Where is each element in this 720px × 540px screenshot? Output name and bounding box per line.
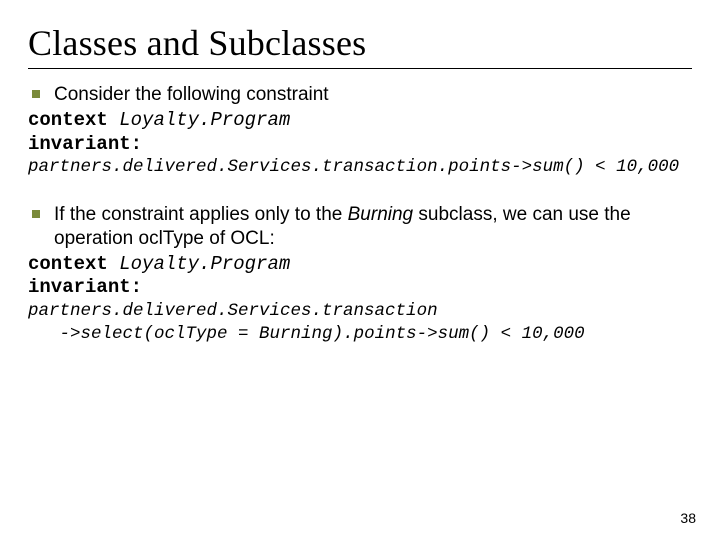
ctx-name-2: Loyalty.Program (119, 253, 290, 275)
code-context-2: context Loyalty.Program (28, 253, 692, 277)
l2c: = Burning).points->sum() < 10,000 (228, 324, 585, 344)
bullet-row-1: Consider the following constraint (32, 83, 692, 107)
page-number: 38 (680, 510, 696, 526)
bullet-row-2: If the constraint applies only to the Bu… (32, 203, 692, 251)
code-expr-2-line1: partners.delivered.Services.transaction (28, 300, 692, 323)
kw-invariant-2: invariant: (28, 276, 142, 298)
l2b: oclType (154, 324, 228, 344)
kw-invariant-1: invariant: (28, 133, 142, 155)
code-context-1: context Loyalty.Program (28, 109, 692, 133)
code-expr-1: partners.delivered.Services.transaction.… (28, 156, 692, 179)
b2-post: of OCL: (204, 228, 275, 249)
title-rule (28, 68, 692, 69)
kw-context-2: context (28, 253, 108, 275)
bullet-text-1: Consider the following constraint (54, 83, 329, 107)
b2-em: Burning (348, 204, 414, 225)
code-invariant-2: invariant: (28, 276, 692, 300)
ctx-name-1: Loyalty.Program (119, 109, 290, 131)
block-2: If the constraint applies only to the Bu… (28, 203, 692, 346)
slide: Classes and Subclasses Consider the foll… (0, 0, 720, 540)
kw-context-1: context (28, 109, 108, 131)
b2-op: oclType (139, 228, 204, 249)
code-expr-2-line2: ->select(oclType = Burning).points->sum(… (28, 323, 692, 346)
square-bullet-icon (32, 90, 40, 98)
slide-title: Classes and Subclasses (28, 22, 692, 64)
code-invariant-1: invariant: (28, 133, 692, 157)
square-bullet-icon (32, 210, 40, 218)
block-1: Consider the following constraint contex… (28, 83, 692, 179)
b2-pre: If the constraint applies only to the (54, 204, 348, 225)
l2a: ->select( (28, 324, 154, 344)
bullet-text-2: If the constraint applies only to the Bu… (54, 203, 692, 251)
